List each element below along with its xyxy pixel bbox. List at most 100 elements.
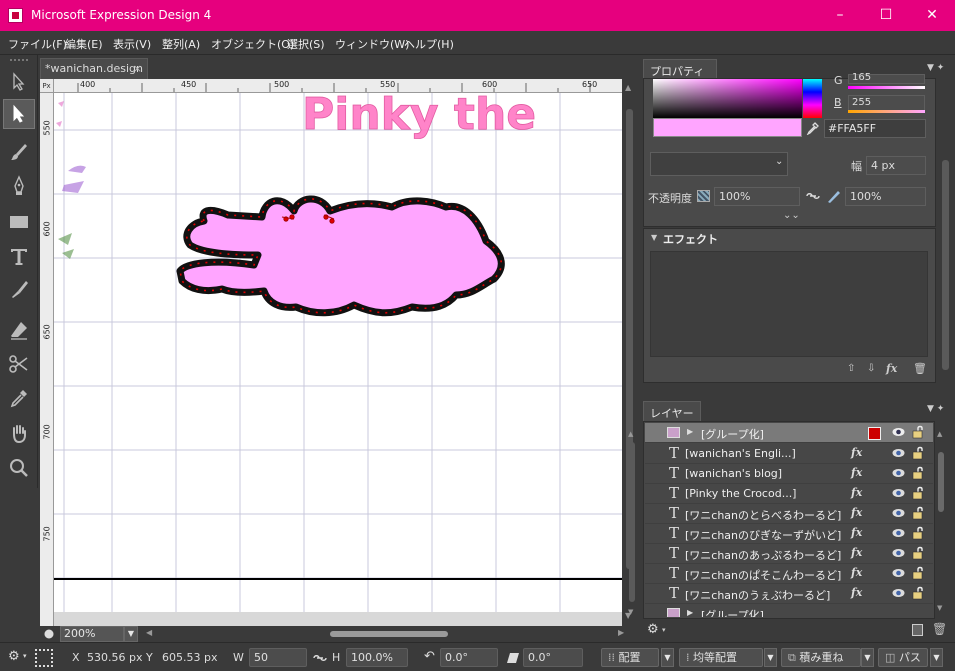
visibility-eye-icon[interactable] xyxy=(892,548,905,558)
h-field[interactable]: 100.0% xyxy=(346,648,408,667)
lock-open-icon[interactable] xyxy=(911,546,925,560)
close-button[interactable]: ✕ xyxy=(909,0,955,31)
visibility-eye-icon[interactable] xyxy=(892,448,905,458)
layers-left-scroll-thumb[interactable] xyxy=(629,442,635,602)
move-down-icon[interactable]: ⇩ xyxy=(867,363,875,374)
layer-group-row[interactable]: ▶ [グループ化] xyxy=(645,604,933,617)
lock-open-icon[interactable] xyxy=(911,506,925,520)
selection-tool[interactable] xyxy=(3,67,35,97)
stroke-style-chevron-icon[interactable]: ⌄ xyxy=(775,156,783,167)
layers-left-scrollbar[interactable]: ▲ ▼ xyxy=(628,430,636,620)
visibility-eye-icon[interactable] xyxy=(892,508,905,518)
current-color-swatch[interactable] xyxy=(653,118,802,137)
menu-window[interactable]: ウィンドウ(W) xyxy=(335,36,409,52)
toolbox-grip[interactable] xyxy=(10,59,28,61)
layer-fx-icon[interactable]: fx xyxy=(851,446,862,459)
menu-edit[interactable]: 編集(E) xyxy=(65,36,103,52)
properties-pin-icon[interactable]: ▼ ✦ xyxy=(927,63,944,73)
settings-chevron-icon[interactable]: ▾ xyxy=(23,652,27,660)
path-dropdown-chevron-icon[interactable]: ▼ xyxy=(930,648,943,667)
text-tool[interactable] xyxy=(3,241,35,271)
layer-fx-icon[interactable]: fx xyxy=(851,586,862,599)
paint-tool[interactable] xyxy=(3,275,35,305)
visibility-eye-icon[interactable] xyxy=(892,488,905,498)
distribute-button[interactable]: ⁞ 均等配置 xyxy=(679,648,763,667)
layers-panel-tab[interactable]: レイヤー(L) xyxy=(643,401,701,434)
minimize-button[interactable]: – xyxy=(817,0,863,31)
effects-list[interactable] xyxy=(650,251,928,357)
lock-open-icon[interactable] xyxy=(911,526,925,540)
scroll-up-icon[interactable]: ▲ xyxy=(628,430,633,438)
layers-right-scroll-thumb[interactable] xyxy=(938,452,944,512)
menu-file[interactable]: ファイル(F) xyxy=(8,36,67,52)
add-effect-icon[interactable]: fx xyxy=(886,362,897,375)
lock-open-icon[interactable] xyxy=(911,466,925,480)
hex-color-field[interactable]: #FFA5FF xyxy=(824,119,926,138)
horizontal-ruler[interactable]: 400 450 500 550 600 650 xyxy=(54,79,622,93)
layer-row[interactable]: T [ワニchanのびぎなーずがいど] fx xyxy=(645,524,933,544)
lock-open-icon[interactable] xyxy=(911,586,925,600)
artboard[interactable]: Pinky the xyxy=(54,93,622,612)
blue-channel-field[interactable]: 255 xyxy=(848,95,925,111)
reference-point-icon[interactable] xyxy=(35,649,53,667)
menu-select[interactable]: 選択(S) xyxy=(287,36,325,52)
scroll-down-icon[interactable]: ▼ xyxy=(937,604,942,612)
expand-group-icon[interactable]: ▶ xyxy=(687,608,693,617)
lock-open-icon[interactable] xyxy=(911,425,925,439)
stack-dropdown-chevron-icon[interactable]: ▼ xyxy=(861,648,874,667)
horizontal-scrollbar[interactable]: ◀ ▶ xyxy=(140,628,630,640)
layer-fx-icon[interactable]: fx xyxy=(851,546,862,559)
rotation-field[interactable]: 0.0° xyxy=(440,648,498,667)
new-layer-icon[interactable] xyxy=(912,624,923,636)
visibility-eye-icon[interactable] xyxy=(892,427,905,437)
layer-row[interactable]: T [Pinky the Crocod...] fx xyxy=(645,484,933,504)
scroll-down-icon[interactable]: ▼ xyxy=(628,608,633,616)
width-field[interactable]: 4 px xyxy=(866,156,926,175)
visibility-eye-icon[interactable] xyxy=(892,568,905,578)
arrange-dropdown-chevron-icon[interactable]: ▼ xyxy=(661,648,674,667)
layer-fx-icon[interactable]: fx xyxy=(851,526,862,539)
menu-help[interactable]: ヘルプ(H) xyxy=(404,36,454,52)
scroll-up-icon[interactable]: ▲ xyxy=(937,430,942,438)
w-field[interactable]: 50 xyxy=(249,648,307,667)
settings-gear-icon[interactable]: ⚙ xyxy=(8,649,20,664)
layer-row[interactable]: T [ワニchanのぱそこんわーるど] fx xyxy=(645,564,933,584)
zoom-dropdown-chevron-icon[interactable]: ▼ xyxy=(124,626,138,642)
stack-button[interactable]: ⧉ 積み重ね xyxy=(781,648,861,667)
stroke-style-dropdown[interactable] xyxy=(650,152,788,176)
scroll-right-icon[interactable]: ▶ xyxy=(618,628,624,637)
delete-effect-icon[interactable]: 🗑 xyxy=(913,362,927,375)
document-tab-close-icon[interactable]: × xyxy=(133,62,142,75)
rectangle-tool[interactable] xyxy=(3,207,35,237)
document-tab[interactable]: *wanichan.design × xyxy=(40,58,148,79)
layer-fx-icon[interactable]: fx xyxy=(851,506,862,519)
color-picker-field[interactable] xyxy=(653,79,802,118)
layer-fx-icon[interactable]: fx xyxy=(851,466,862,479)
zoom-field[interactable]: 200% xyxy=(60,626,124,642)
layer-row[interactable]: T [wanichan's blog] fx xyxy=(645,464,933,484)
hue-strip[interactable] xyxy=(803,79,822,118)
vertical-ruler[interactable]: 550 600 650 700 750 xyxy=(40,93,54,626)
lock-open-icon[interactable] xyxy=(911,486,925,500)
expand-chevron-icon[interactable]: ⌄⌄ xyxy=(783,210,800,221)
link-icon[interactable] xyxy=(806,191,820,201)
horizontal-scroll-thumb[interactable] xyxy=(330,631,448,637)
y-value[interactable]: 605.53 px xyxy=(162,651,217,664)
arrange-button[interactable]: ⁞⁞ 配置 xyxy=(601,648,659,667)
zoom-tool[interactable] xyxy=(3,453,35,483)
x-value[interactable]: 530.56 px xyxy=(87,651,142,664)
link-proportions-icon[interactable] xyxy=(313,653,327,663)
pen-tool[interactable] xyxy=(3,171,35,201)
scroll-left-icon[interactable]: ◀ xyxy=(146,628,152,637)
stroke-opacity-field[interactable]: 100% xyxy=(845,187,926,206)
maximize-button[interactable]: ☐ xyxy=(863,0,909,31)
layer-row[interactable]: T [ワニchanのあっぷるわーるど] fx xyxy=(645,544,933,564)
layer-color-swatch[interactable] xyxy=(868,427,881,440)
menu-view[interactable]: 表示(V) xyxy=(113,36,151,52)
layer-fx-icon[interactable]: fx xyxy=(851,486,862,499)
green-channel-slider[interactable] xyxy=(848,86,925,89)
visibility-eye-icon[interactable] xyxy=(892,468,905,478)
layer-row[interactable]: T [wanichan's Engli...] fx xyxy=(645,444,933,464)
layers-settings-chevron-icon[interactable]: ▾ xyxy=(662,626,666,634)
brush-tool[interactable] xyxy=(3,137,35,167)
